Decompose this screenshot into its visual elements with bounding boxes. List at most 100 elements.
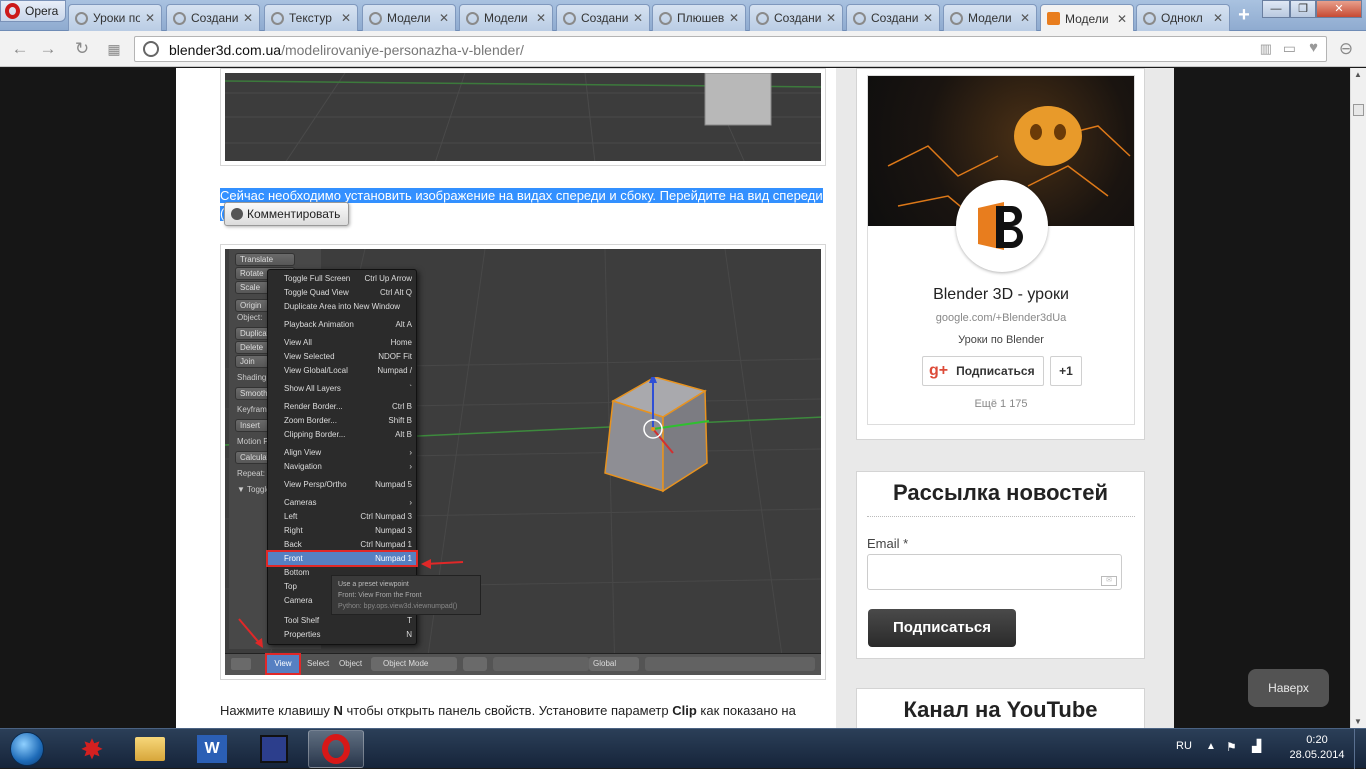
tab-0[interactable]: Уроки по ✕ [68, 4, 162, 31]
network-icon[interactable]: ▟ [1252, 739, 1261, 753]
tab-9[interactable]: Модели ✕ [943, 4, 1037, 31]
close-tab-icon[interactable]: ✕ [536, 11, 546, 25]
floppy-icon [260, 735, 288, 763]
blender-menu-item[interactable]: Front Numpad 1 [266, 550, 418, 567]
scroll-down-icon[interactable]: ▼ [1354, 717, 1362, 726]
action-center-icon[interactable]: ⚑ [1226, 740, 1237, 754]
menu-item-shortcut: › [409, 498, 412, 507]
close-tab-icon[interactable]: ✕ [145, 11, 155, 25]
layer-buttons[interactable] [645, 657, 815, 671]
blender-menu-item[interactable]: View Selected NDOF Fit [268, 350, 416, 363]
close-tab-icon[interactable]: ✕ [439, 11, 449, 25]
blender-menu-item[interactable]: Navigation › [268, 460, 416, 473]
tab-4[interactable]: Модели ✕ [459, 4, 553, 31]
blender-menu-item[interactable]: Show All Layers ` [268, 382, 416, 395]
close-tab-icon[interactable]: ✕ [243, 11, 253, 25]
taskbar-app-explorer[interactable] [122, 730, 178, 768]
minimize-button[interactable]: — [1262, 0, 1290, 18]
menu-icon[interactable]: ⊖ [1336, 39, 1356, 59]
followers-count: Ещё 1 175 [974, 398, 1028, 410]
close-tab-icon[interactable]: ✕ [826, 11, 836, 25]
tab-7[interactable]: Создание ✕ [749, 4, 843, 31]
speed-dial-icon[interactable]: ▦ [104, 39, 124, 59]
taskbar-app-save[interactable] [246, 730, 302, 768]
blender-menu-item[interactable]: Tool Shelf T [268, 614, 416, 627]
blender-view-menu-button[interactable]: View [265, 653, 301, 675]
blender-panel-label: Repeat: [237, 469, 266, 478]
blender-menu-item[interactable]: View Persp/Ortho Numpad 5 [268, 478, 416, 491]
taskbar-app-paint[interactable]: ✸ [64, 730, 120, 768]
reload-icon[interactable]: ↻ [72, 39, 92, 59]
blender-select-menu[interactable]: Select [307, 659, 329, 668]
vertical-scrollbar[interactable]: ▲ ▼ [1350, 68, 1366, 728]
channel-avatar[interactable] [956, 180, 1048, 272]
taskbar-app-word[interactable]: W [184, 730, 240, 768]
channel-url[interactable]: google.com/+Blender3dUa [868, 312, 1134, 324]
address-bar[interactable]: blender3d.com.ua/modelirovaniye-personaz… [134, 36, 1327, 62]
header-icons[interactable] [493, 657, 589, 671]
email-field[interactable] [867, 554, 1122, 590]
blender-menu-item[interactable]: Render Border... Ctrl B [268, 400, 416, 413]
tab-6[interactable]: Плюшев ✕ [652, 4, 746, 31]
shading-select[interactable] [463, 657, 487, 671]
comment-popup-button[interactable]: Комментировать [224, 202, 350, 226]
heart-icon[interactable]: ♥ [1309, 39, 1318, 56]
blender-menu-item[interactable]: Back Ctrl Numpad 1 [268, 538, 416, 551]
blender-menu-item[interactable]: Clipping Border... Alt B [268, 428, 416, 441]
bookmark-icon[interactable]: ▭ [1283, 40, 1296, 57]
channel-name[interactable]: Blender 3D - уроки [868, 286, 1134, 304]
scroll-up-icon[interactable]: ▲ [1354, 70, 1362, 79]
back-to-top-button[interactable]: Наверх [1248, 669, 1329, 707]
blender-menu-item[interactable]: View Global/Local Numpad / [268, 364, 416, 377]
close-tab-icon[interactable]: ✕ [923, 11, 933, 25]
blender-menu-item[interactable]: Toggle Quad View Ctrl Alt Q [268, 286, 416, 299]
close-tab-icon[interactable]: ✕ [341, 11, 351, 25]
show-desktop-button[interactable] [1354, 729, 1366, 769]
plus-one-button[interactable]: +1 [1050, 356, 1082, 386]
tray-expand-icon[interactable]: ▲ [1206, 741, 1216, 752]
new-tab-button[interactable]: + [1234, 5, 1254, 26]
blender-mode-select[interactable]: Object Mode [371, 657, 457, 671]
newsletter-subscribe-button[interactable]: Подписаться [868, 609, 1016, 647]
blender-menu-item[interactable]: View All Home [268, 336, 416, 349]
forward-icon[interactable]: → [38, 39, 58, 59]
tab-10[interactable]: Модели ✕ [1040, 4, 1134, 32]
opera-menu-button[interactable]: Opera [0, 0, 66, 22]
rss-icon[interactable]: ▥ [1260, 41, 1272, 57]
blender-menu-item[interactable]: Left Ctrl Numpad 3 [268, 510, 416, 523]
article-paragraph: Нажмите клавишу N чтобы открыть панель с… [220, 703, 820, 718]
blender-object-menu[interactable]: Object [339, 659, 362, 668]
blender-orientation-select[interactable]: Global [589, 657, 639, 671]
tab-3[interactable]: Модели ✕ [362, 4, 456, 31]
clock[interactable]: 0:20 28.05.2014 [1282, 733, 1352, 763]
close-tab-icon[interactable]: ✕ [1213, 11, 1223, 25]
close-tab-icon[interactable]: ✕ [633, 11, 643, 25]
close-tab-icon[interactable]: ✕ [1117, 12, 1127, 26]
blender-menu-item[interactable]: Right Numpad 3 [268, 524, 416, 537]
start-button[interactable] [2, 730, 52, 768]
language-indicator[interactable]: RU [1176, 740, 1192, 752]
scrollbar-thumb[interactable] [1353, 104, 1364, 116]
tab-5[interactable]: Создание ✕ [556, 4, 650, 31]
maximize-button[interactable]: ❐ [1290, 0, 1316, 18]
blender-tool-button[interactable]: Translate [235, 253, 295, 266]
tab-11[interactable]: Однокл ✕ [1136, 4, 1230, 31]
tab-1[interactable]: Создание ✕ [166, 4, 260, 31]
blender-menu-item[interactable]: Duplicate Area into New Window [268, 300, 416, 313]
blender-menu-item[interactable]: Properties N [268, 628, 416, 641]
close-window-button[interactable]: ✕ [1316, 0, 1362, 18]
tab-2[interactable]: Текстур ✕ [264, 4, 358, 31]
editor-type-icon[interactable] [231, 658, 251, 670]
blender-menu-item[interactable]: Playback Animation Alt A [268, 318, 416, 331]
tab-8[interactable]: Создание ✕ [846, 4, 940, 31]
site-info-icon[interactable] [143, 41, 159, 57]
blender-menu-item[interactable]: Align View › [268, 446, 416, 459]
blender-menu-item[interactable]: Cameras › [268, 496, 416, 509]
taskbar-app-opera[interactable] [308, 730, 364, 768]
close-tab-icon[interactable]: ✕ [1020, 11, 1030, 25]
close-tab-icon[interactable]: ✕ [729, 11, 739, 25]
blender-menu-item[interactable]: Toggle Full Screen Ctrl Up Arrow [268, 272, 416, 285]
blender-menu-item[interactable]: Zoom Border... Shift B [268, 414, 416, 427]
gplus-subscribe-button[interactable]: g+ Подписаться [922, 356, 1044, 386]
back-icon[interactable]: ← [10, 39, 30, 59]
